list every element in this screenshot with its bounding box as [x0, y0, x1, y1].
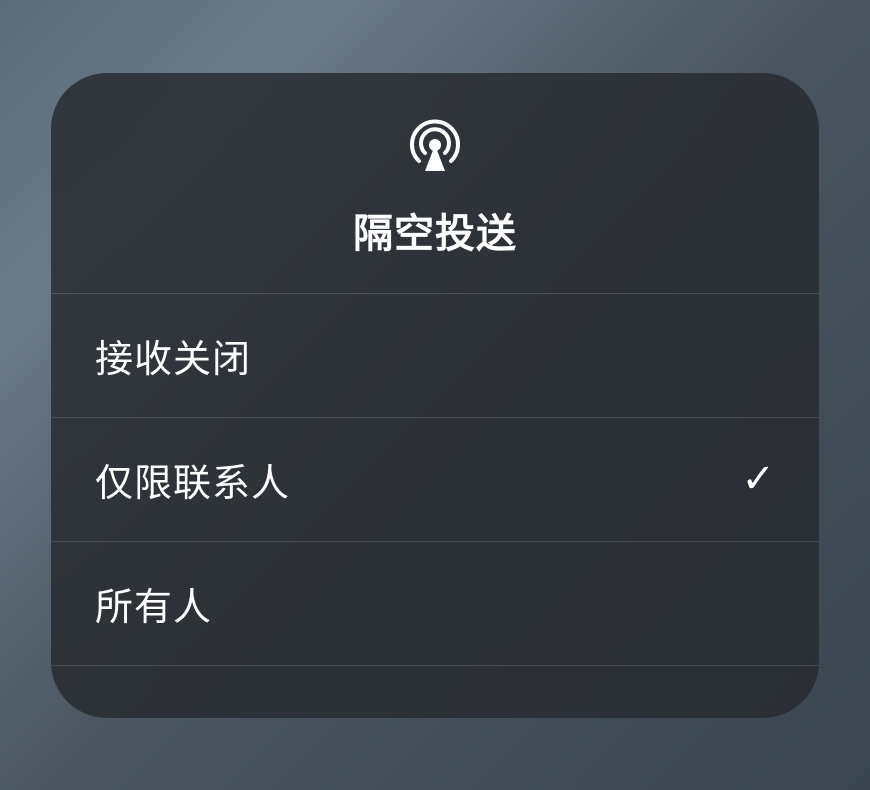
bottom-spacer — [51, 666, 819, 718]
checkmark-icon: ✓ — [741, 456, 775, 502]
airdrop-icon — [405, 115, 465, 175]
option-receiving-off[interactable]: 接收关闭 ✓ — [51, 294, 819, 418]
option-everyone[interactable]: 所有人 ✓ — [51, 542, 819, 666]
panel-title: 隔空投送 — [353, 201, 517, 259]
option-label: 接收关闭 — [95, 328, 251, 383]
option-label: 仅限联系人 — [95, 452, 290, 507]
panel-header: 隔空投送 — [51, 73, 819, 294]
airdrop-panel: 隔空投送 接收关闭 ✓ 仅限联系人 ✓ 所有人 ✓ — [51, 73, 819, 718]
option-label: 所有人 — [95, 576, 212, 631]
option-contacts-only[interactable]: 仅限联系人 ✓ — [51, 418, 819, 542]
